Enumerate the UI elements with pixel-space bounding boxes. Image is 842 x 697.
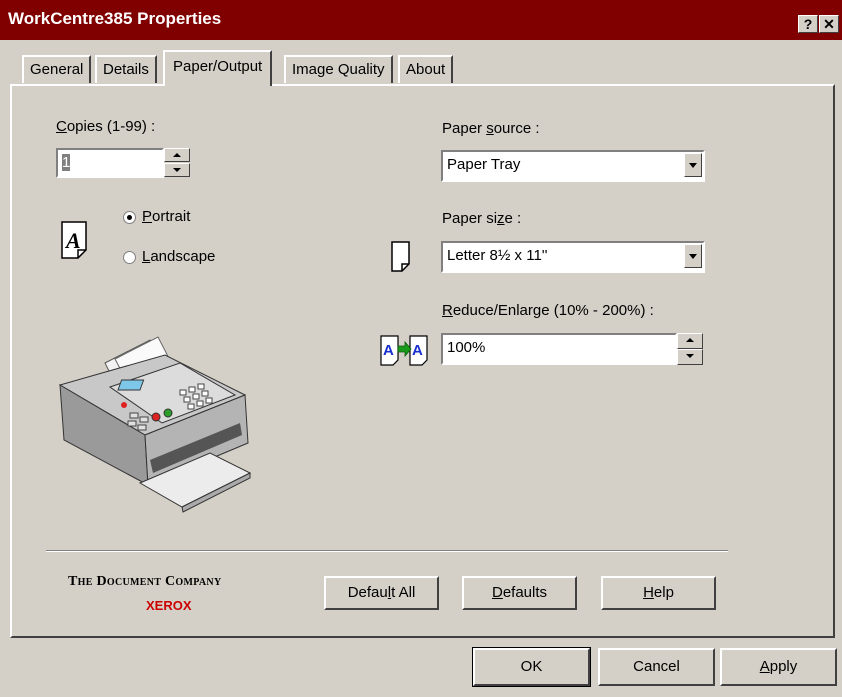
paper-size-dropdown-button[interactable] (684, 244, 702, 268)
a-to-a-scale-icon: A A (380, 335, 428, 366)
paper-size-label: Paper size : (442, 210, 522, 227)
close-title-button[interactable]: ✕ (819, 15, 839, 33)
separator (46, 550, 728, 552)
paper-source-select[interactable]: Paper Tray (441, 150, 705, 182)
svg-text:A: A (383, 342, 394, 359)
help-button[interactable]: Help (601, 576, 716, 610)
tab-label: General (30, 61, 84, 78)
help-title-button[interactable]: ? (798, 15, 818, 33)
landscape-radio[interactable] (123, 251, 136, 264)
tab-label: Image Quality (292, 61, 385, 78)
copies-value: 1 (62, 154, 71, 171)
portrait-label[interactable]: Portrait (142, 208, 190, 225)
copies-spin-down[interactable] (164, 163, 190, 177)
copies-label: Copies (1-99) : (56, 118, 156, 135)
paper-size-value: Letter 8½ x 11'' (447, 247, 548, 264)
tab-details[interactable]: Details (95, 55, 157, 83)
reduce-enlarge-label: Reduce/Enlarge (10% - 200%) : (442, 302, 654, 319)
portrait-radio[interactable] (123, 211, 136, 224)
down-arrow-icon (173, 168, 181, 172)
fax-machine-icon (58, 336, 252, 513)
paper-source-dropdown-button[interactable] (684, 153, 702, 177)
tab-label: About (406, 61, 446, 78)
tab-about[interactable]: About (398, 55, 454, 83)
landscape-label[interactable]: Landscape (142, 248, 215, 265)
default-all-button[interactable]: Default All (324, 576, 439, 610)
reduce-enlarge-input[interactable]: 100% (441, 333, 677, 365)
paper-size-select[interactable]: Letter 8½ x 11'' (441, 241, 705, 273)
portrait-page-icon: A (61, 221, 87, 259)
brand-logo-text: XEROX (146, 598, 192, 613)
defaults-button[interactable]: Defaults (462, 576, 577, 610)
title-bar: WorkCentre385 Properties ? ✕ (0, 0, 842, 40)
brand-tagline: The Document Company (68, 574, 222, 589)
down-arrow-icon (686, 354, 694, 358)
cancel-button[interactable]: Cancel (598, 648, 715, 686)
reduce-enlarge-value: 100% (447, 339, 486, 356)
up-arrow-icon (686, 338, 694, 342)
svg-text:A: A (64, 228, 81, 253)
window-title: WorkCentre385 Properties (8, 9, 222, 28)
tab-paper-output[interactable]: Paper/Output (163, 50, 273, 86)
paper-page-icon (391, 241, 410, 272)
chevron-down-icon (689, 163, 697, 168)
reduce-enlarge-spin-down[interactable] (677, 349, 703, 365)
tab-image-quality[interactable]: Image Quality (284, 55, 393, 83)
ok-button[interactable]: OK (472, 647, 591, 687)
up-arrow-icon (173, 153, 181, 157)
tab-label: Paper/Output (173, 58, 263, 75)
svg-text:A: A (412, 342, 423, 359)
apply-button[interactable]: Apply (720, 648, 837, 686)
tab-general[interactable]: General (22, 55, 92, 83)
tab-label: Details (103, 61, 149, 78)
paper-source-value: Paper Tray (447, 156, 521, 173)
copies-input[interactable]: 1 (56, 148, 164, 178)
reduce-enlarge-spin-up[interactable] (677, 333, 703, 349)
chevron-down-icon (689, 254, 697, 259)
copies-spin-up[interactable] (164, 148, 190, 162)
paper-source-label: Paper source : (442, 120, 540, 137)
